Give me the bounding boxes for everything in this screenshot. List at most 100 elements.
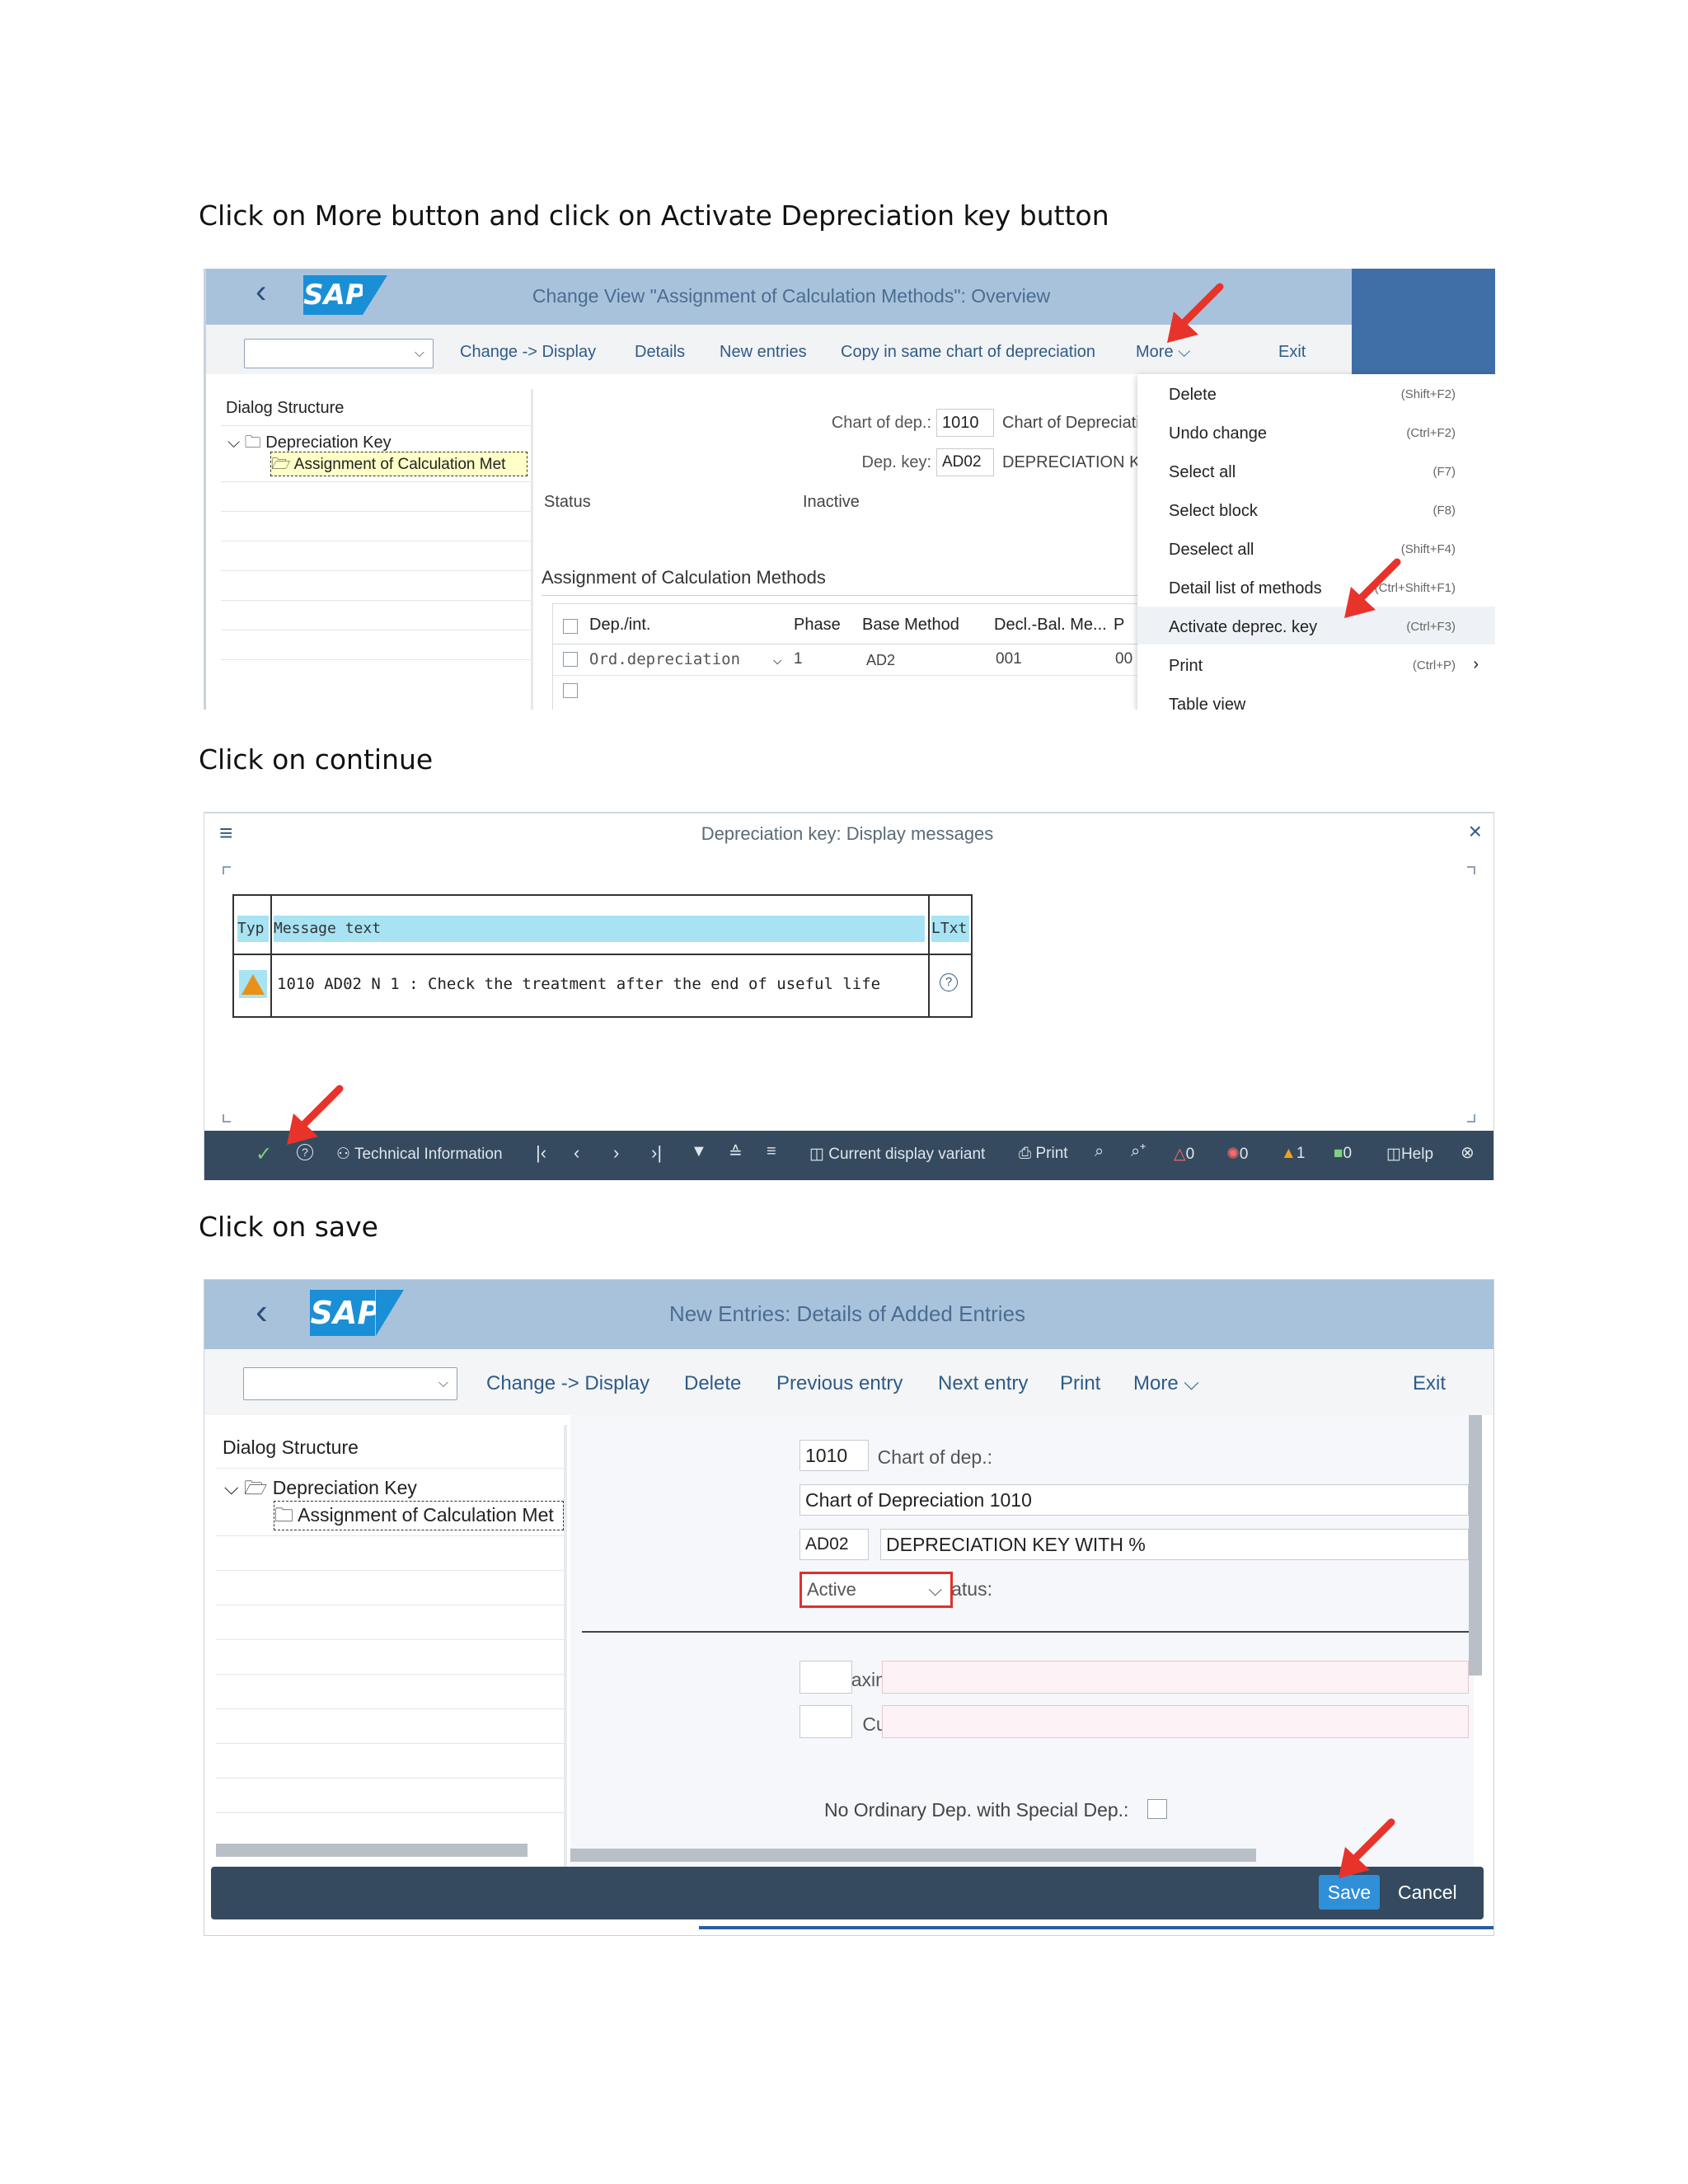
select-all-checkbox[interactable] (563, 619, 578, 634)
no-ordinary-dep-label: No Ordinary Dep. with Special Dep.: (824, 1799, 1129, 1821)
table-cell[interactable]: 00 (1115, 650, 1132, 668)
status-label: Status (544, 493, 591, 511)
exit-button[interactable]: Exit (1278, 343, 1306, 362)
depkey-field[interactable]: AD02 (936, 448, 994, 476)
description-field[interactable]: Chart of Depreciation 1010 (799, 1484, 1469, 1516)
table-cell[interactable]: AD2 (866, 652, 895, 669)
display-variant-button[interactable]: ◫ Current display variant (809, 1145, 985, 1164)
menu-item-select-all[interactable]: Select all (F7) (1137, 452, 1495, 490)
last-page-icon[interactable]: ›| (651, 1142, 662, 1164)
tree-node-assignment[interactable]: 🗁 Assignment of Calculation Met (270, 452, 528, 476)
row-checkbox[interactable] (563, 652, 578, 667)
previous-entry-button[interactable]: Previous entry (776, 1372, 903, 1395)
back-icon[interactable]: ‹ (256, 274, 266, 311)
menu-item-print[interactable]: Print (Ctrl+P) › (1137, 645, 1495, 683)
technical-info-button[interactable]: ⚇ Technical Information (336, 1145, 503, 1164)
row-checkbox[interactable] (563, 683, 578, 698)
cancel-button[interactable]: Cancel (1398, 1882, 1457, 1904)
table-cell[interactable]: 001 (996, 650, 1022, 668)
horizontal-scrollbar[interactable] (570, 1849, 1256, 1862)
table-cell[interactable]: 1 (794, 650, 803, 668)
stop-icon: ✺ (1226, 1146, 1240, 1163)
next-icon[interactable]: › (613, 1142, 619, 1164)
sort-descending-icon[interactable]: ≡ (767, 1142, 776, 1161)
screenshot-overview: ‹ SAP Change View "Assignment of Calcula… (204, 269, 1495, 710)
menu-item-activate-deprec-key[interactable]: Activate deprec. key (Ctrl+F3) (1137, 607, 1495, 644)
success-count[interactable]: ■0 (1334, 1145, 1352, 1163)
cutoff-description-field[interactable] (882, 1705, 1469, 1738)
depkey-description-field[interactable]: DEPRECIATION KEY WITH % (880, 1529, 1469, 1560)
shell-accent-block (1352, 269, 1495, 374)
stop-count[interactable]: ✺0 (1226, 1145, 1249, 1164)
menu-icon[interactable]: ≡ (219, 820, 232, 846)
sap-logo-tail (363, 275, 387, 315)
menu-item-undo-change[interactable]: Undo change (Ctrl+F2) (1137, 413, 1495, 451)
status-value: Inactive (803, 493, 860, 511)
exit-button[interactable]: Exit (1413, 1372, 1446, 1395)
ltxt-header: LTxt (931, 916, 969, 942)
chevron-down-icon: ⌵ (224, 1477, 239, 1498)
next-entry-button[interactable]: Next entry (938, 1372, 1028, 1395)
screenshot-new-entries: ‹ SAP New Entries: Details of Added Entr… (204, 1279, 1494, 1936)
vertical-scrollbar[interactable] (1469, 1415, 1482, 1675)
folder-icon: 🗀 (274, 1504, 293, 1526)
page-title: New Entries: Details of Added Entries (668, 1301, 1026, 1326)
table-header: Phase (794, 616, 841, 634)
table-header: P (1114, 616, 1125, 634)
pointer-arrow-icon (1344, 558, 1401, 618)
tree-node-assignment[interactable]: 🗀 Assignment of Calculation Met (274, 1501, 564, 1530)
chart-field[interactable]: 1010 (799, 1440, 869, 1471)
folder-open-icon: 🗁 (243, 1477, 268, 1498)
change-display-button[interactable]: Change -> Display (460, 343, 596, 362)
deprec-type-dropdown[interactable]: Ord.depreciation ⌵ (589, 650, 787, 668)
menu-item-detail-list[interactable]: Detail list of methods (Ctrl+Shift+F1) (1137, 568, 1495, 606)
chart-field[interactable]: 1010 (936, 409, 994, 437)
close-icon[interactable]: × (1469, 818, 1482, 845)
help-button[interactable]: ◫Help (1386, 1145, 1433, 1164)
horizontal-scrollbar[interactable] (216, 1844, 528, 1857)
menu-item-deselect-all[interactable]: Deselect all (Shift+F4) (1137, 529, 1495, 567)
menu-item-select-block[interactable]: Select block (F8) (1137, 490, 1495, 528)
status-dropdown[interactable]: Active ⌵ (799, 1572, 953, 1608)
max-amount-field[interactable] (799, 1661, 852, 1694)
folder-open-icon: 🗁 (271, 456, 291, 473)
warning-icon (239, 970, 267, 998)
more-button[interactable]: More ⌵ (1133, 1372, 1199, 1395)
book-icon: ◫ (1386, 1146, 1401, 1163)
bottom-accent-line (699, 1926, 1493, 1929)
depkey-field[interactable]: AD02 (799, 1529, 869, 1560)
sort-ascending-icon[interactable]: ≙ (729, 1142, 743, 1163)
new-entries-button[interactable]: New entries (720, 343, 807, 362)
first-page-icon[interactable]: |‹ (536, 1142, 546, 1164)
search-icon[interactable]: ⌕ (1095, 1142, 1104, 1161)
pointer-arrow-icon (287, 1085, 344, 1145)
previous-icon[interactable]: ‹ (574, 1142, 579, 1164)
back-icon[interactable]: ‹ (256, 1291, 268, 1333)
long-text-help-icon[interactable]: ? (940, 973, 958, 991)
chart-label: Chart of dep.: (831, 414, 931, 432)
max-amount-currency-field[interactable] (882, 1661, 1469, 1694)
delete-button[interactable]: Delete (684, 1372, 741, 1395)
messages-table: Typ Message text LTxt 1010 AD02 N 1 : Ch… (232, 894, 973, 1018)
variant-select[interactable]: ⌵ (243, 1367, 457, 1400)
no-ordinary-dep-checkbox[interactable] (1147, 1799, 1167, 1819)
details-button[interactable]: Details (635, 343, 685, 362)
search-next-icon[interactable]: ⌕⁺ (1131, 1142, 1146, 1161)
copy-button[interactable]: Copy in same chart of depreciation (841, 343, 1095, 362)
variant-select[interactable]: ⌵ (244, 339, 434, 368)
warning-count[interactable]: ▲1 (1281, 1145, 1305, 1163)
filter-icon[interactable]: ▼ (691, 1142, 707, 1161)
error-count[interactable]: △0 (1174, 1145, 1194, 1164)
folder-icon: 🗀 (244, 434, 261, 452)
print-button[interactable]: ⎙ Print (1019, 1145, 1068, 1163)
menu-item-delete[interactable]: Delete (Shift+F2) (1137, 374, 1495, 412)
continue-icon[interactable]: ✓ (256, 1142, 272, 1166)
print-button[interactable]: Print (1060, 1372, 1100, 1395)
dialog-structure-panel: Dialog Structure ⌵ 🗁 Depreciation Key 🗀 … (216, 1425, 567, 1870)
dialog-status-bar: ✓ ? ⚇ Technical Information |‹ ‹ › ›| ▼ … (204, 1131, 1493, 1180)
change-display-button[interactable]: Change -> Display (486, 1372, 649, 1395)
table-header: Decl.-Bal. Me... (994, 616, 1107, 634)
cutoff-field[interactable] (799, 1705, 852, 1738)
menu-item-table-view[interactable]: Table view (1137, 684, 1495, 710)
cancel-circle-icon[interactable]: ⊗ (1461, 1142, 1475, 1163)
